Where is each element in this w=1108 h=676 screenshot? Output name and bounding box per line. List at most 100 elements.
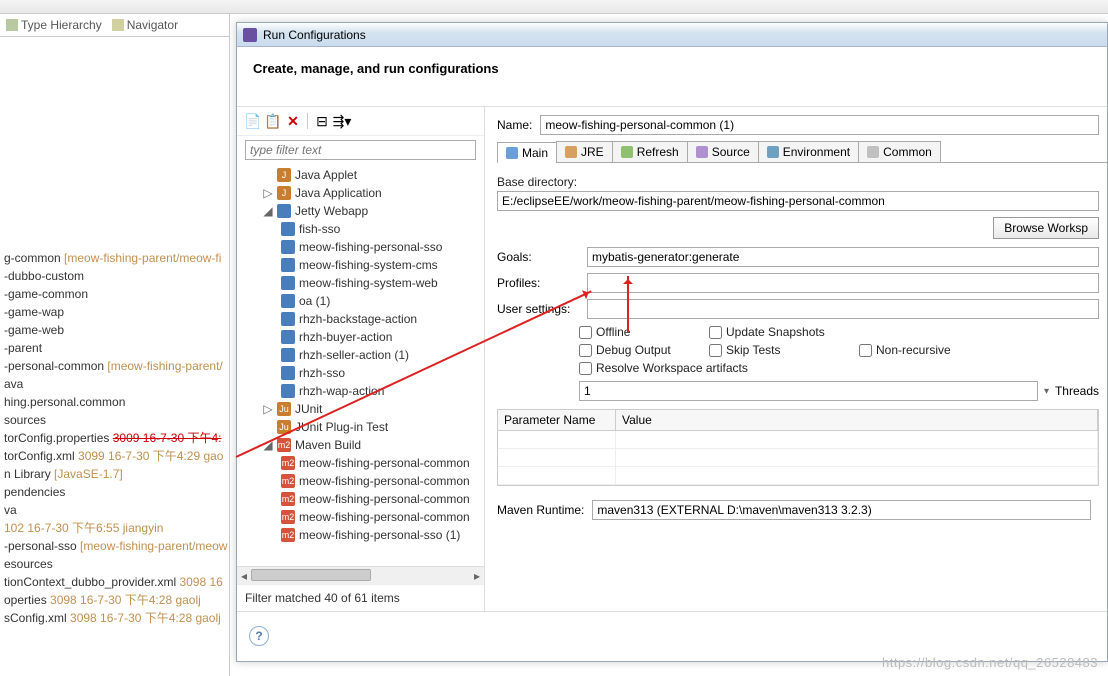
filter-icon[interactable]: ⇶▾ [334, 113, 350, 129]
list-item[interactable]: -game-web [0, 321, 229, 339]
list-item[interactable]: -parent [0, 339, 229, 357]
config-tree-item[interactable]: m2meow-fishing-personal-common [241, 454, 480, 472]
base-dir-input[interactable] [497, 191, 1099, 211]
maven-icon: m2 [277, 438, 291, 452]
list-item[interactable]: sConfig.xml 3098 16-7-30 下午4:28 gaolj [0, 609, 229, 627]
config-tree-item[interactable]: ▷JJava Application [241, 184, 480, 202]
tab-jre[interactable]: JRE [556, 141, 613, 162]
collapse-all-icon[interactable]: ⊟ [314, 113, 330, 129]
non-recursive-checkbox[interactable]: Non-recursive [859, 343, 1009, 357]
maven-icon: m2 [281, 474, 295, 488]
list-item[interactable]: torConfig.properties 3009 16-7-30 下午4: [0, 429, 229, 447]
list-item[interactable]: hing.personal.common [0, 393, 229, 411]
list-item[interactable]: -game-common [0, 285, 229, 303]
help-icon[interactable]: ? [249, 626, 269, 646]
list-item[interactable]: -personal-common [meow-fishing-parent/ [0, 357, 229, 375]
threads-spinner-icon[interactable]: ▾ [1044, 386, 1049, 397]
tab-common[interactable]: Common [858, 141, 941, 162]
debug-output-checkbox[interactable]: Debug Output [579, 343, 709, 357]
maven-runtime-label: Maven Runtime: [497, 503, 584, 517]
list-item[interactable]: ava [0, 375, 229, 393]
config-tree[interactable]: JJava Applet▷JJava Application◢Jetty Web… [237, 164, 484, 566]
name-label: Name: [497, 118, 532, 132]
config-tree-item[interactable]: fish-sso [241, 220, 480, 238]
config-tree-item[interactable]: ▷JuJUnit [241, 400, 480, 418]
tab-refresh[interactable]: Refresh [612, 141, 688, 162]
jetty-icon [281, 348, 295, 362]
tab-environment[interactable]: Environment [758, 141, 859, 162]
navigator-icon [112, 19, 124, 31]
config-tree-item[interactable]: ◢Jetty Webapp [241, 202, 480, 220]
tab-navigator[interactable]: Navigator [112, 18, 178, 32]
config-tree-item[interactable]: rhzh-backstage-action [241, 310, 480, 328]
offline-checkbox[interactable]: Offline [579, 325, 709, 339]
list-item[interactable]: tionContext_dubbo_provider.xml 3098 16 [0, 573, 229, 591]
profiles-input[interactable] [587, 273, 1099, 293]
config-tree-item[interactable]: rhzh-seller-action (1) [241, 346, 480, 364]
list-item[interactable]: -personal-sso [meow-fishing-parent/meow [0, 537, 229, 555]
config-tree-item[interactable]: m2meow-fishing-personal-sso (1) [241, 526, 480, 544]
config-tree-item[interactable]: m2meow-fishing-personal-common [241, 508, 480, 526]
threads-input[interactable] [579, 381, 1038, 401]
delete-config-icon[interactable]: ✕ [285, 113, 301, 129]
jetty-icon [281, 222, 295, 236]
list-item[interactable]: esources [0, 555, 229, 573]
config-tree-item[interactable]: m2meow-fishing-personal-common [241, 490, 480, 508]
config-tree-item[interactable]: rhzh-wap-action [241, 382, 480, 400]
jetty-icon [281, 312, 295, 326]
user-settings-input[interactable] [587, 299, 1099, 319]
maven-runtime-input[interactable] [592, 500, 1091, 520]
project-tree[interactable]: g-common [meow-fishing-parent/meow-fi-du… [0, 37, 229, 676]
scroll-left-icon[interactable]: ◂ [237, 567, 251, 585]
filter-input[interactable] [245, 140, 476, 160]
update-snapshots-checkbox[interactable]: Update Snapshots [709, 325, 859, 339]
goals-input[interactable] [587, 247, 1099, 267]
table-row[interactable] [498, 467, 1098, 485]
resolve-workspace-checkbox[interactable]: Resolve Workspace artifacts [579, 361, 1009, 375]
new-config-icon[interactable]: 📄 [245, 113, 261, 129]
list-item[interactable]: -dubbo-custom [0, 267, 229, 285]
left-view-tabs: Type Hierarchy Navigator [0, 14, 229, 37]
horizontal-scrollbar[interactable]: ◂ ▸ [237, 566, 484, 584]
config-tree-item[interactable]: meow-fishing-system-cms [241, 256, 480, 274]
name-input[interactable] [540, 115, 1099, 135]
dialog-header-text: Create, manage, and run configurations [253, 61, 499, 76]
toolbar-icon[interactable] [4, 1, 20, 13]
scroll-right-icon[interactable]: ▸ [470, 567, 484, 585]
list-item[interactable]: n Library [JavaSE-1.7] [0, 465, 229, 483]
refresh-tab-icon [621, 146, 633, 158]
java-icon: Ju [277, 402, 291, 416]
table-row[interactable] [498, 449, 1098, 467]
list-item[interactable]: 102 16-7-30 下午6:55 jiangyin [0, 519, 229, 537]
config-tree-item[interactable]: oa (1) [241, 292, 480, 310]
tab-source[interactable]: Source [687, 141, 759, 162]
table-row[interactable] [498, 431, 1098, 449]
config-tree-item[interactable]: JJava Applet [241, 166, 480, 184]
list-item[interactable]: va [0, 501, 229, 519]
config-tree-item[interactable]: rhzh-sso [241, 364, 480, 382]
list-item[interactable]: -game-wap [0, 303, 229, 321]
config-tree-item[interactable]: rhzh-buyer-action [241, 328, 480, 346]
config-tree-item[interactable]: m2meow-fishing-personal-common [241, 472, 480, 490]
tab-type-hierarchy[interactable]: Type Hierarchy [6, 18, 102, 32]
scroll-thumb[interactable] [251, 569, 371, 581]
java-icon: J [277, 168, 291, 182]
config-tree-item[interactable]: JuJUnit Plug-in Test [241, 418, 480, 436]
maven-icon: m2 [281, 492, 295, 506]
list-item[interactable]: operties 3098 16-7-30 下午4:28 gaolj [0, 591, 229, 609]
browse-workspace-button[interactable]: Browse Worksp [993, 217, 1099, 239]
list-item[interactable]: torConfig.xml 3099 16-7-30 下午4:29 gao [0, 447, 229, 465]
skip-tests-checkbox[interactable]: Skip Tests [709, 343, 859, 357]
dialog-header: Create, manage, and run configurations [237, 47, 1107, 107]
list-item[interactable]: pendencies [0, 483, 229, 501]
jetty-icon [281, 294, 295, 308]
config-tree-item[interactable]: ◢m2Maven Build [241, 436, 480, 454]
list-item[interactable]: g-common [meow-fishing-parent/meow-fi [0, 249, 229, 267]
config-tree-item[interactable]: meow-fishing-system-web [241, 274, 480, 292]
param-value-header[interactable]: Value [616, 410, 1098, 430]
tab-main[interactable]: Main [497, 142, 557, 163]
param-name-header[interactable]: Parameter Name [498, 410, 616, 430]
list-item[interactable]: sources [0, 411, 229, 429]
config-tree-item[interactable]: meow-fishing-personal-sso [241, 238, 480, 256]
duplicate-config-icon[interactable]: 📋 [265, 113, 281, 129]
